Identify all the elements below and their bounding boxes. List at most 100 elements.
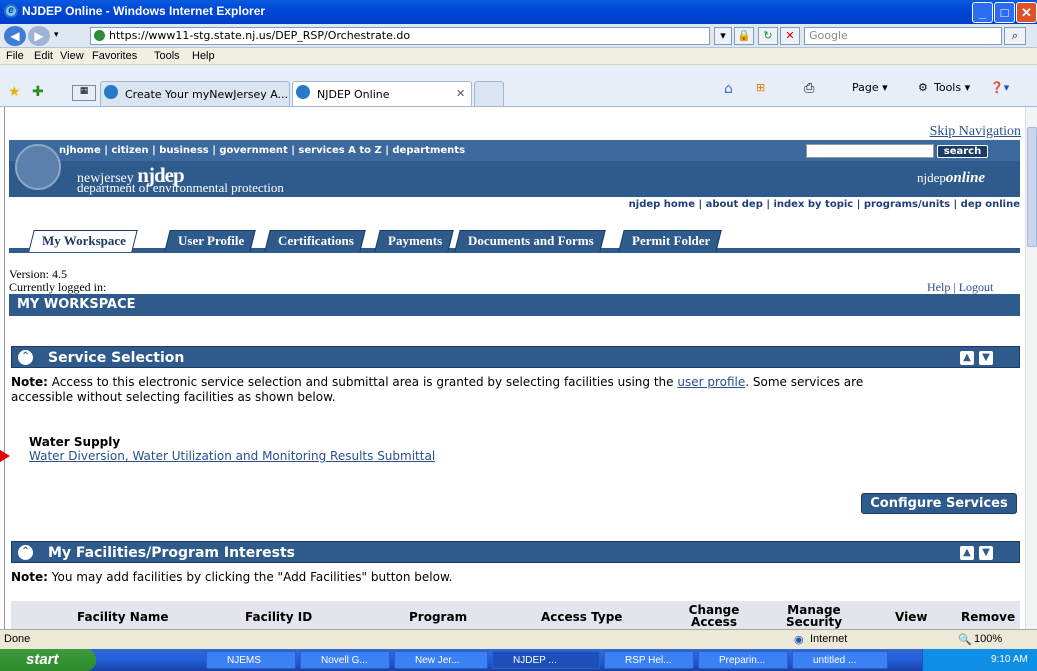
online-suffix: online — [945, 170, 986, 186]
page-tabs: My Workspace User Profile Certifications… — [9, 226, 1020, 253]
back-icon[interactable]: ◀ — [4, 26, 26, 46]
zoom-icon[interactable]: 🔍 — [958, 633, 972, 646]
tab-documents-forms[interactable]: Documents and Forms — [454, 230, 606, 252]
menu-view[interactable]: View — [60, 50, 84, 62]
tab-permit-folder[interactable]: Permit Folder — [618, 230, 723, 252]
print-icon[interactable]: ⎙ — [804, 81, 814, 96]
url-dropdown-icon[interactable]: ▾ — [714, 27, 732, 45]
zoom-level[interactable]: 100% — [974, 633, 1002, 645]
status-text: Done — [4, 633, 31, 645]
tab-label: Documents and Forms — [468, 233, 594, 248]
nj-seal-icon — [15, 144, 61, 190]
col-facility-name[interactable]: Facility Name — [77, 611, 169, 623]
move-down-icon[interactable]: ▼ — [979, 351, 993, 365]
search-icon[interactable]: ⌕ — [1004, 27, 1026, 45]
move-up-icon[interactable]: ▲ — [960, 546, 974, 560]
scrollbar-thumb[interactable] — [1027, 127, 1037, 247]
lock-icon[interactable]: 🔒 — [734, 27, 754, 45]
maximize-button[interactable]: □ — [994, 2, 1015, 23]
dep-sub-links[interactable]: njdep home | about dep | index by topic … — [9, 199, 1020, 210]
task-preparing[interactable]: Preparin... — [698, 651, 788, 669]
note-text: Access to this electronic service select… — [51, 375, 674, 389]
col-access-type[interactable]: Access Type — [541, 611, 622, 623]
page-menu[interactable]: Page ▾ — [852, 81, 888, 94]
tab-label: My Workspace — [42, 233, 126, 248]
tab-my-workspace[interactable]: My Workspace — [28, 230, 138, 252]
logged-in-label: Currently logged in: — [9, 280, 107, 294]
water-diversion-link[interactable]: Water Diversion, Water Utilization and M… — [29, 449, 435, 463]
move-down-icon[interactable]: ▼ — [979, 546, 993, 560]
task-novell[interactable]: Novell G... — [300, 651, 390, 669]
menu-edit[interactable]: Edit — [34, 50, 53, 62]
site-favicon-icon — [94, 30, 105, 41]
menu-favorites[interactable]: Favorites — [92, 50, 137, 62]
note-label: Note: — [11, 375, 48, 389]
user-profile-link[interactable]: user profile — [677, 375, 745, 389]
home-icon[interactable]: ⌂ — [724, 81, 733, 97]
task-untitled[interactable]: untitled ... — [792, 651, 888, 669]
favorites-star-icon[interactable]: ★ — [8, 84, 21, 100]
col-manage-security[interactable]: Manage Security — [779, 604, 849, 628]
col-view[interactable]: View — [895, 611, 927, 623]
help-logout-link[interactable]: Help | Logout — [927, 280, 993, 295]
add-favorites-icon[interactable]: ✚ — [32, 84, 44, 100]
window-title-bar[interactable]: e NJDEP Online - Windows Internet Explor… — [0, 0, 1037, 24]
note-label: Note: — [11, 570, 48, 584]
tab-label: Create Your myNewJersey A... — [125, 88, 289, 101]
start-button[interactable]: start — [0, 649, 96, 671]
tab-payments[interactable]: Payments — [374, 230, 454, 252]
clock[interactable]: 9:10 AM — [991, 654, 1028, 665]
help-icon[interactable]: ❓▾ — [990, 81, 1009, 94]
configure-services-button[interactable]: Configure Services — [861, 493, 1017, 514]
gear-icon[interactable]: ⚙ — [918, 81, 928, 94]
task-rsp-help[interactable]: RSP Hel... — [604, 651, 694, 669]
minimize-button[interactable]: _ — [972, 2, 993, 23]
tab-user-profile[interactable]: User Profile — [164, 230, 257, 252]
menu-file[interactable]: File — [6, 50, 24, 62]
move-up-icon[interactable]: ▲ — [960, 351, 974, 365]
stop-icon[interactable]: ✕ — [780, 27, 800, 45]
zone-label: Internet — [810, 633, 848, 645]
menu-help[interactable]: Help — [192, 50, 215, 62]
tools-menu[interactable]: Tools ▾ — [934, 81, 970, 94]
search-input[interactable]: Google — [804, 27, 1002, 45]
ie-logo-icon: e — [4, 4, 18, 18]
task-njdep[interactable]: NJDEP ... — [492, 651, 600, 669]
nj-top-links[interactable]: njhome | citizen | business | government… — [59, 145, 465, 156]
feeds-icon[interactable]: ⊞ — [756, 81, 765, 94]
note-text: accessible without selecting facilities … — [11, 390, 336, 404]
close-tab-icon[interactable]: ✕ — [456, 87, 465, 100]
nj-search-button[interactable]: search — [937, 145, 988, 158]
col-program[interactable]: Program — [409, 611, 467, 623]
close-button[interactable]: ✕ — [1016, 2, 1037, 23]
red-pointer-arrow — [0, 450, 10, 462]
tab-create-mynj[interactable]: Create Your myNewJersey A... — [100, 81, 290, 106]
skip-navigation-link[interactable]: Skip Navigation — [930, 124, 1021, 140]
collapse-icon[interactable]: ⌃ — [18, 545, 33, 560]
note-text: You may add facilities by clicking the "… — [51, 570, 453, 584]
note-text: . Some services are — [745, 375, 864, 389]
forward-icon[interactable]: ▶ — [28, 26, 50, 46]
collapse-icon[interactable]: ⌃ — [18, 350, 33, 365]
tab-njdep-online[interactable]: NJDEP Online — [292, 81, 472, 106]
quick-tabs-icon[interactable]: ▦ — [72, 85, 96, 101]
task-new-jersey[interactable]: New Jer... — [394, 651, 488, 669]
nj-search-input[interactable] — [806, 144, 934, 158]
service-selection-header: ⌃ Service Selection ▲ ▼ — [11, 346, 1020, 368]
url-field[interactable]: https://www11-stg.state.nj.us/DEP_RSP/Or… — [90, 27, 710, 45]
vertical-scrollbar[interactable] — [1025, 107, 1037, 629]
tools-menu-label: Tools — [934, 81, 962, 94]
workspace-header: MY WORKSPACE — [9, 294, 1020, 316]
online-prefix: njdep — [917, 170, 946, 185]
refresh-icon[interactable]: ↻ — [758, 27, 778, 45]
tab-certifications[interactable]: Certifications — [264, 230, 366, 252]
col-change-access[interactable]: Change Access — [681, 604, 747, 628]
col-facility-id[interactable]: Facility ID — [245, 611, 312, 623]
col-remove[interactable]: Remove — [961, 611, 1015, 623]
new-tab-button[interactable] — [474, 81, 504, 106]
facilities-table-header: Facility Name Facility ID Program Access… — [11, 601, 1020, 629]
njdep-header: njhome | citizen | business | government… — [9, 140, 1020, 197]
task-njems[interactable]: NJEMS — [206, 651, 296, 669]
history-dropdown-icon[interactable]: ▾ — [54, 30, 59, 40]
menu-tools[interactable]: Tools — [154, 50, 180, 62]
